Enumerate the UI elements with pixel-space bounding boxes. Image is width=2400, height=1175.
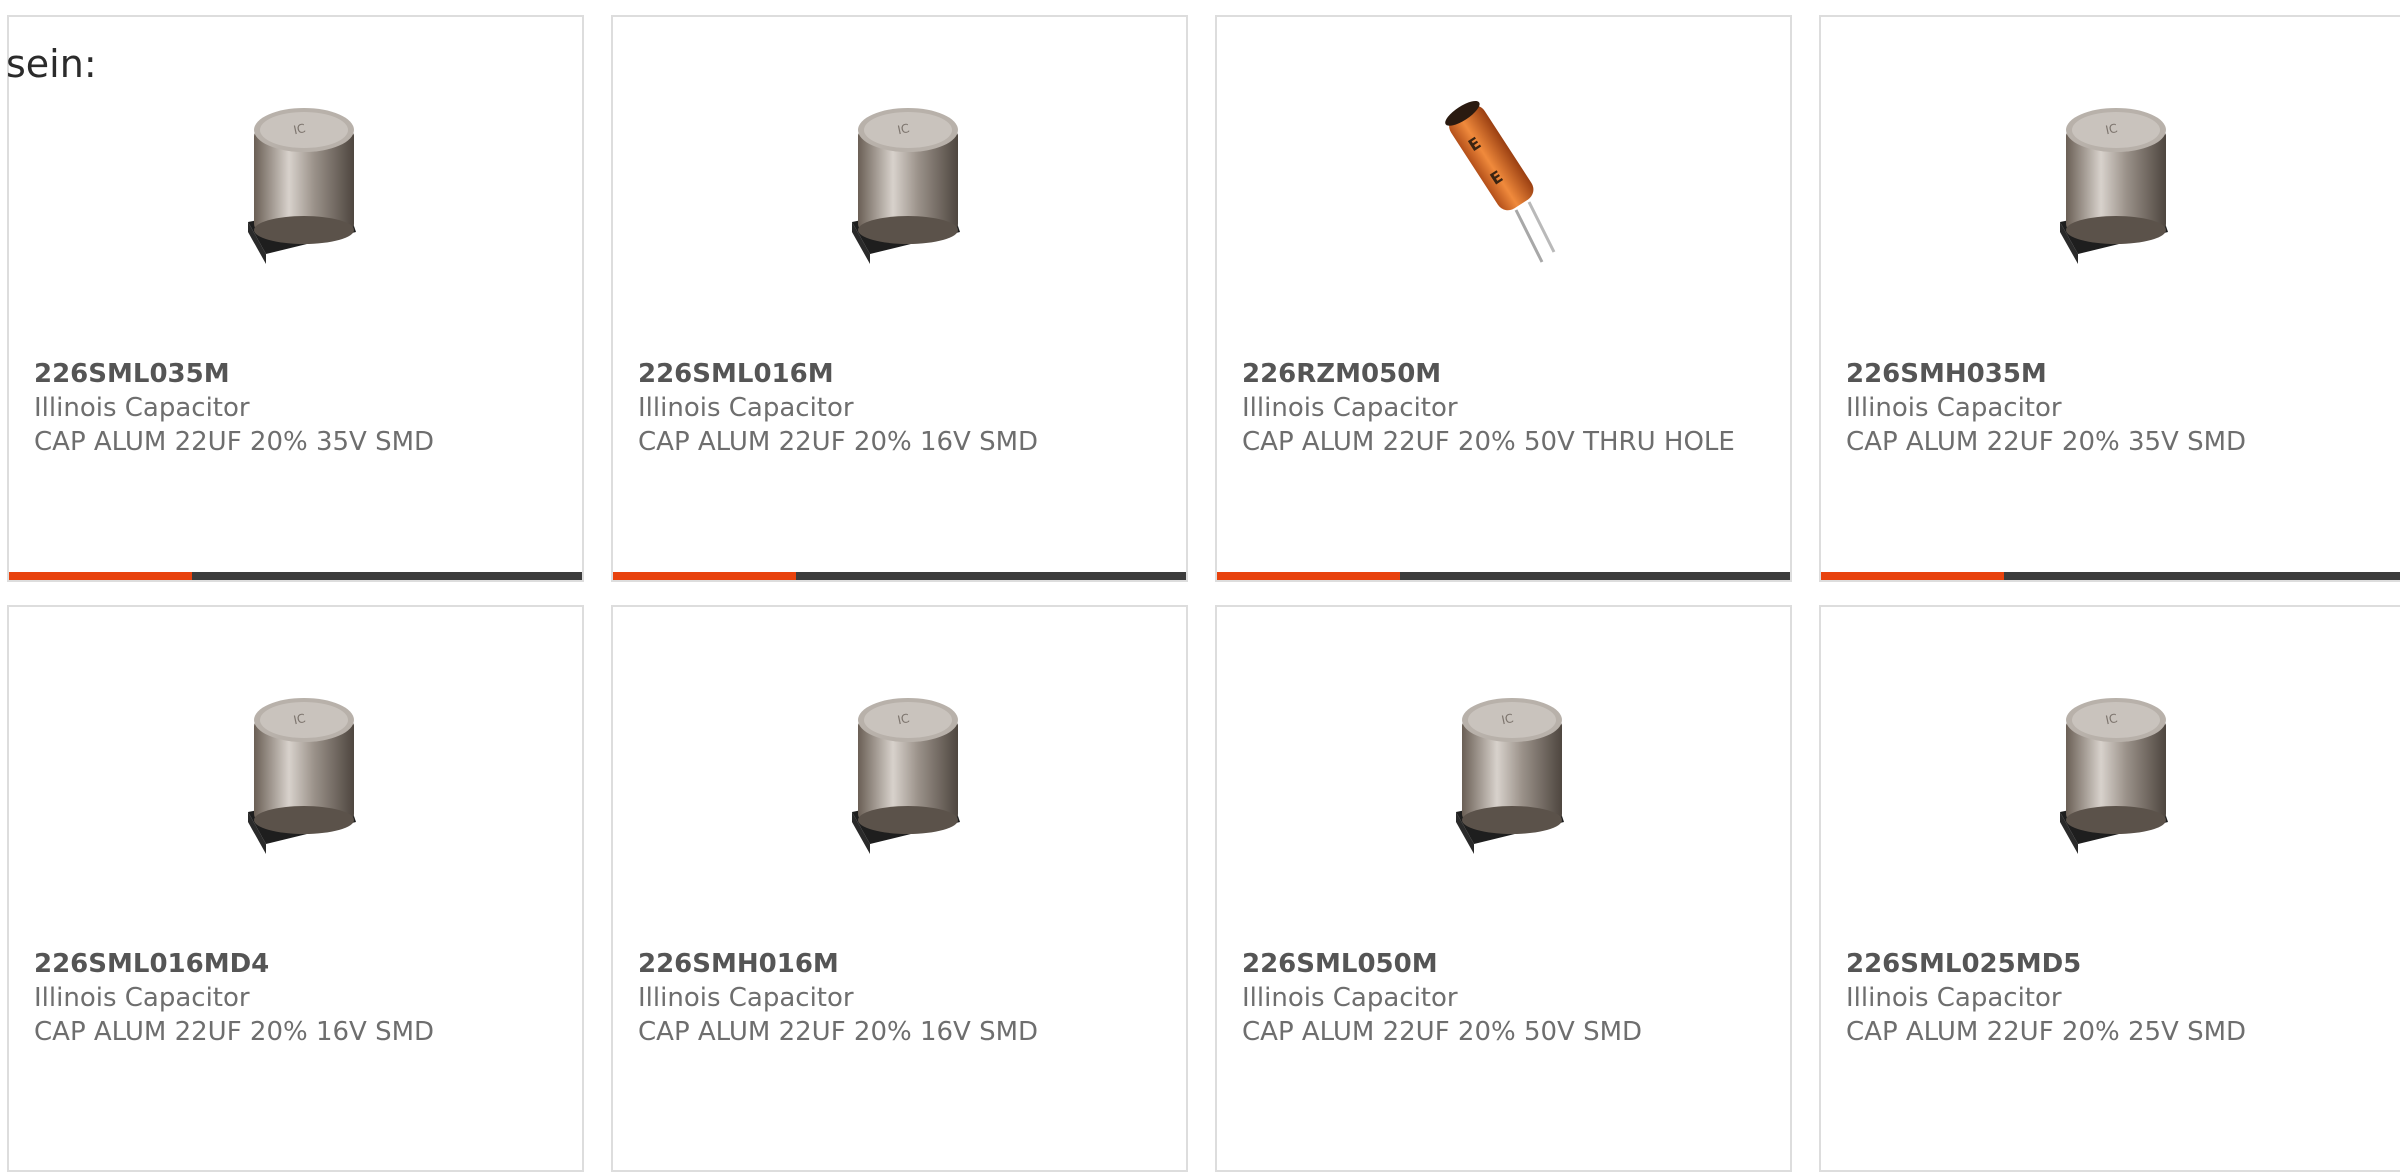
product-card[interactable]: IC 226SMH035M Illinois Capacitor CAP ALU…	[1819, 15, 2400, 582]
product-info: 226SML016M Illinois Capacitor CAP ALUM 2…	[638, 357, 1146, 459]
product-info: 226SMH035M Illinois Capacitor CAP ALUM 2…	[1846, 357, 2377, 459]
product-info: 226SMH016M Illinois Capacitor CAP ALUM 2…	[638, 947, 1146, 1049]
product-card[interactable]: IC 226SML025MD5 Illinois Capacitor CAP A…	[1819, 605, 2400, 1172]
product-card[interactable]: E E 226RZM050M Illinois Capacitor CAP AL…	[1215, 15, 1792, 582]
product-info: 226SML025MD5 Illinois Capacitor CAP ALUM…	[1846, 947, 2377, 1049]
radial-capacitor-image[interactable]: E E	[1404, 82, 1604, 282]
card-progress-fill	[9, 572, 193, 580]
part-number[interactable]: 226SML035M	[34, 357, 542, 391]
description: CAP ALUM 22UF 20% 50V SMD	[1242, 1017, 1643, 1047]
smd-capacitor-image[interactable]: IC	[2008, 82, 2208, 282]
product-info: 226SML016MD4 Illinois Capacitor CAP ALUM…	[34, 947, 542, 1049]
product-grid: IC 226SML035M Illinois Capacitor CAP ALU…	[7, 15, 2400, 1175]
smd-capacitor-image[interactable]: IC	[196, 82, 396, 282]
part-number[interactable]: 226SMH016M	[638, 947, 1146, 981]
card-progress-fill	[1821, 572, 2004, 580]
product-card[interactable]: IC 226SML035M Illinois Capacitor CAP ALU…	[7, 15, 584, 582]
part-number[interactable]: 226SML016MD4	[34, 947, 542, 981]
intro-text: sein:	[6, 42, 97, 86]
manufacturer: Illinois Capacitor	[1242, 983, 1458, 1013]
description: CAP ALUM 22UF 20% 16V SMD	[34, 1017, 435, 1047]
product-card[interactable]: IC 226SMH016M Illinois Capacitor CAP ALU…	[611, 605, 1188, 1172]
description: CAP ALUM 22UF 20% 16V SMD	[638, 427, 1039, 457]
smd-capacitor-image[interactable]: IC	[800, 672, 1000, 872]
smd-capacitor-image[interactable]: IC	[196, 672, 396, 872]
product-info: 226SML050M Illinois Capacitor CAP ALUM 2…	[1242, 947, 1750, 1049]
smd-capacitor-image[interactable]: IC	[800, 82, 1000, 282]
part-number[interactable]: 226SML050M	[1242, 947, 1750, 981]
description: CAP ALUM 22UF 20% 35V SMD	[1846, 427, 2247, 457]
manufacturer: Illinois Capacitor	[1242, 393, 1458, 423]
manufacturer: Illinois Capacitor	[638, 983, 854, 1013]
description: CAP ALUM 22UF 20% 50V THRU HOLE	[1242, 427, 1735, 457]
description: CAP ALUM 22UF 20% 35V SMD	[34, 427, 435, 457]
product-card[interactable]: IC 226SML016MD4 Illinois Capacitor CAP A…	[7, 605, 584, 1172]
manufacturer: Illinois Capacitor	[1846, 983, 2062, 1013]
manufacturer: Illinois Capacitor	[1846, 393, 2062, 423]
smd-capacitor-image[interactable]: IC	[1404, 672, 1604, 872]
description: CAP ALUM 22UF 20% 25V SMD	[1846, 1017, 2247, 1047]
part-number[interactable]: 226SML016M	[638, 357, 1146, 391]
manufacturer: Illinois Capacitor	[34, 393, 250, 423]
description: CAP ALUM 22UF 20% 16V SMD	[638, 1017, 1039, 1047]
manufacturer: Illinois Capacitor	[34, 983, 250, 1013]
part-number[interactable]: 226SMH035M	[1846, 357, 2377, 391]
part-number[interactable]: 226SML025MD5	[1846, 947, 2377, 981]
card-progress-fill	[1217, 572, 1401, 580]
card-progress-bar	[1217, 572, 1790, 580]
smd-capacitor-image[interactable]: IC	[2008, 672, 2208, 872]
product-info: 226RZM050M Illinois Capacitor CAP ALUM 2…	[1242, 357, 1750, 459]
part-number[interactable]: 226RZM050M	[1242, 357, 1750, 391]
card-progress-bar	[9, 572, 582, 580]
product-info: 226SML035M Illinois Capacitor CAP ALUM 2…	[34, 357, 542, 459]
product-card[interactable]: IC 226SML016M Illinois Capacitor CAP ALU…	[611, 15, 1188, 582]
card-progress-fill	[613, 572, 797, 580]
card-progress-bar	[1821, 572, 2400, 580]
product-card[interactable]: IC 226SML050M Illinois Capacitor CAP ALU…	[1215, 605, 1792, 1172]
card-progress-bar	[613, 572, 1186, 580]
manufacturer: Illinois Capacitor	[638, 393, 854, 423]
